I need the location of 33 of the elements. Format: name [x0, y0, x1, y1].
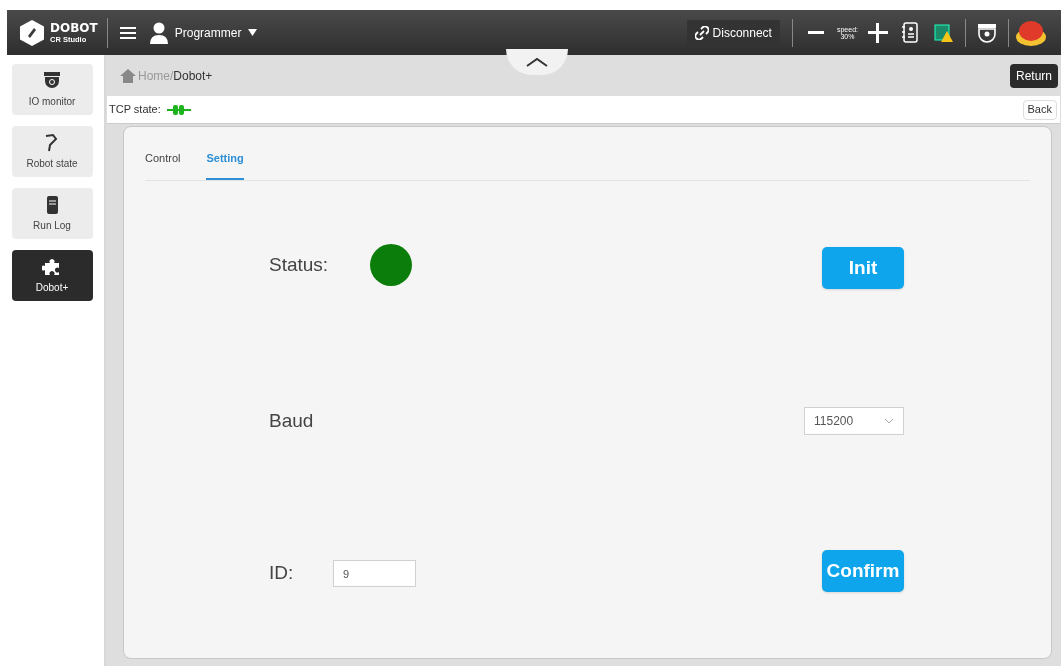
- caret-icon: [248, 29, 258, 36]
- menu-icon[interactable]: [119, 25, 136, 40]
- id-label: ID:: [269, 561, 294, 585]
- emergency-stop-icon[interactable]: [1015, 18, 1047, 47]
- puzzle-icon: [42, 256, 62, 277]
- sidebar-item[interactable]: Robot state: [11, 126, 93, 177]
- notebook-icon[interactable]: [902, 22, 918, 43]
- sidebar-item[interactable]: IO monitor: [11, 64, 93, 115]
- brand-name: DOBOT: [50, 21, 98, 34]
- baud-dropdown[interactable]: 115200: [804, 407, 904, 435]
- baud-value: 115200: [814, 413, 854, 430]
- user-menu[interactable]: Programmer: [149, 21, 258, 44]
- tab[interactable]: Control: [145, 149, 181, 180]
- breadcrumb: Home/Dobot+: [138, 67, 213, 85]
- camera-icon[interactable]: [977, 22, 997, 43]
- home-icon[interactable]: [120, 68, 136, 83]
- return-button[interactable]: Return: [1009, 63, 1058, 88]
- link-icon: [694, 25, 709, 40]
- chevron-down-icon: [884, 418, 894, 424]
- user-icon: [149, 21, 168, 44]
- sidebar-item[interactable]: Run Log: [11, 188, 93, 239]
- collapse-tab[interactable]: [506, 49, 568, 75]
- camera-icon: [42, 70, 62, 91]
- baud-label: Baud: [269, 409, 314, 433]
- warning-icon[interactable]: [934, 22, 954, 43]
- plus-button[interactable]: [868, 22, 888, 43]
- tcp-label: TCP state:: [109, 102, 161, 118]
- status-label: Status:: [269, 252, 329, 277]
- logo-icon: [19, 18, 45, 47]
- chevron-up-icon: [526, 57, 548, 67]
- back-button[interactable]: Back: [1022, 99, 1057, 120]
- id-field[interactable]: 9: [333, 560, 416, 587]
- sidebar-item[interactable]: Dobot+: [11, 250, 93, 301]
